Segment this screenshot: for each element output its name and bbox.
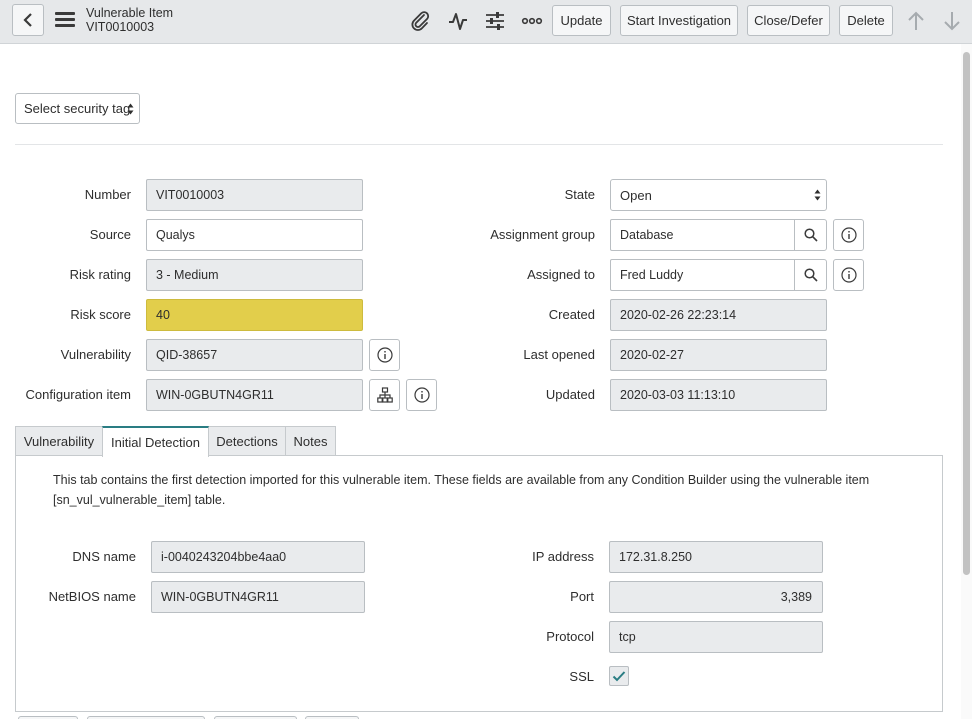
tab-description: This tab contains the first detection im… [53, 473, 870, 507]
tab-vulnerability[interactable]: Vulnerability [15, 426, 103, 456]
scrollbar-thumb[interactable] [963, 52, 970, 575]
tab-initial-detection[interactable]: Initial Detection [102, 426, 209, 457]
ip-address-label: IP address [532, 549, 594, 564]
assigned-to-lookup-button[interactable] [794, 259, 827, 291]
assignment-group-field[interactable]: Database [610, 219, 795, 251]
more-options-icon[interactable] [521, 10, 543, 32]
source-field[interactable]: Qualys [146, 219, 363, 251]
created-label: Created [548, 307, 595, 322]
info-icon [840, 227, 857, 243]
activity-pulse-icon[interactable] [447, 10, 469, 32]
dependency-map-button[interactable] [369, 379, 400, 411]
info-icon [840, 267, 857, 283]
netbios-name-field: WIN-0GBUTN4GR11 [151, 581, 365, 613]
assigned-to-info-button[interactable] [833, 259, 864, 291]
start-investigation-button[interactable]: Start Investigation [620, 5, 738, 36]
hierarchy-icon [376, 387, 393, 403]
risk-rating-field: 3 - Medium [146, 259, 363, 291]
record-title: Vulnerable Item VIT0010003 [86, 6, 173, 34]
dns-name-label: DNS name [72, 549, 136, 564]
updated-field: 2020-03-03 11:13:10 [610, 379, 827, 411]
created-field: 2020-02-26 22:23:14 [610, 299, 827, 331]
form-header: Vulnerable Item VIT0010003 Update Start … [0, 0, 972, 44]
settings-sliders-icon[interactable] [484, 10, 506, 32]
record-number: VIT0010003 [86, 20, 155, 34]
paperclip-icon[interactable] [409, 10, 431, 32]
security-tag-select[interactable]: Select security tag [15, 93, 140, 124]
info-icon [376, 347, 393, 363]
delete-button[interactable]: Delete [839, 5, 893, 36]
number-field: VIT0010003 [146, 179, 363, 211]
update-button[interactable]: Update [552, 5, 611, 36]
last-opened-field: 2020-02-27 [610, 339, 827, 371]
security-tag-label: Select security tag [24, 101, 131, 116]
search-icon [803, 268, 818, 282]
record-table-name: Vulnerable Item [86, 6, 174, 20]
vulnerability-info-button[interactable] [369, 339, 400, 371]
back-button[interactable] [12, 4, 44, 36]
assignment-group-label: Assignment group [490, 227, 595, 242]
hamburger-menu-icon[interactable] [55, 12, 75, 28]
select-arrows-icon [127, 103, 134, 115]
last-opened-label: Last opened [523, 347, 595, 362]
arrow-down-icon[interactable] [940, 9, 964, 33]
tab-notes[interactable]: Notes [285, 426, 336, 456]
configuration-item-field: WIN-0GBUTN4GR11 [146, 379, 363, 411]
assignment-group-lookup-button[interactable] [794, 219, 827, 251]
ssl-label: SSL [569, 669, 594, 684]
source-label: Source [89, 227, 131, 242]
tab-detections[interactable]: Detections [208, 426, 286, 456]
dns-name-field: i-0040243204bbe4aa0 [151, 541, 365, 573]
assigned-to-field[interactable]: Fred Luddy [610, 259, 795, 291]
chevron-left-icon [23, 13, 32, 27]
ssl-checkbox[interactable] [609, 666, 629, 686]
risk-rating-label: Risk rating [69, 267, 131, 282]
protocol-label: Protocol [546, 629, 594, 644]
arrow-up-icon[interactable] [904, 9, 928, 33]
close-defer-button[interactable]: Close/Defer [747, 5, 830, 36]
configuration-item-info-button[interactable] [406, 379, 437, 411]
number-label: Number [84, 187, 131, 202]
info-icon [413, 387, 430, 403]
section-divider [15, 144, 943, 145]
checkmark-icon [612, 671, 626, 682]
vulnerability-label: Vulnerability [60, 347, 131, 362]
state-select[interactable]: Open [610, 179, 827, 211]
port-field: 3,389 [609, 581, 823, 613]
assigned-to-label: Assigned to [527, 267, 595, 282]
updated-label: Updated [545, 387, 595, 402]
port-label: Port [570, 589, 594, 604]
risk-score-field: 40 [146, 299, 363, 331]
configuration-item-label: Configuration item [25, 387, 132, 402]
vulnerability-field: QID-38657 [146, 339, 363, 371]
state-label: State [564, 187, 595, 202]
protocol-field: tcp [609, 621, 823, 653]
risk-score-label: Risk score [70, 307, 131, 322]
select-arrows-icon [814, 189, 821, 201]
ip-address-field: 172.31.8.250 [609, 541, 823, 573]
assignment-group-info-button[interactable] [833, 219, 864, 251]
state-value: Open [620, 187, 652, 203]
search-icon [803, 228, 818, 242]
netbios-name-label: NetBIOS name [48, 589, 136, 604]
